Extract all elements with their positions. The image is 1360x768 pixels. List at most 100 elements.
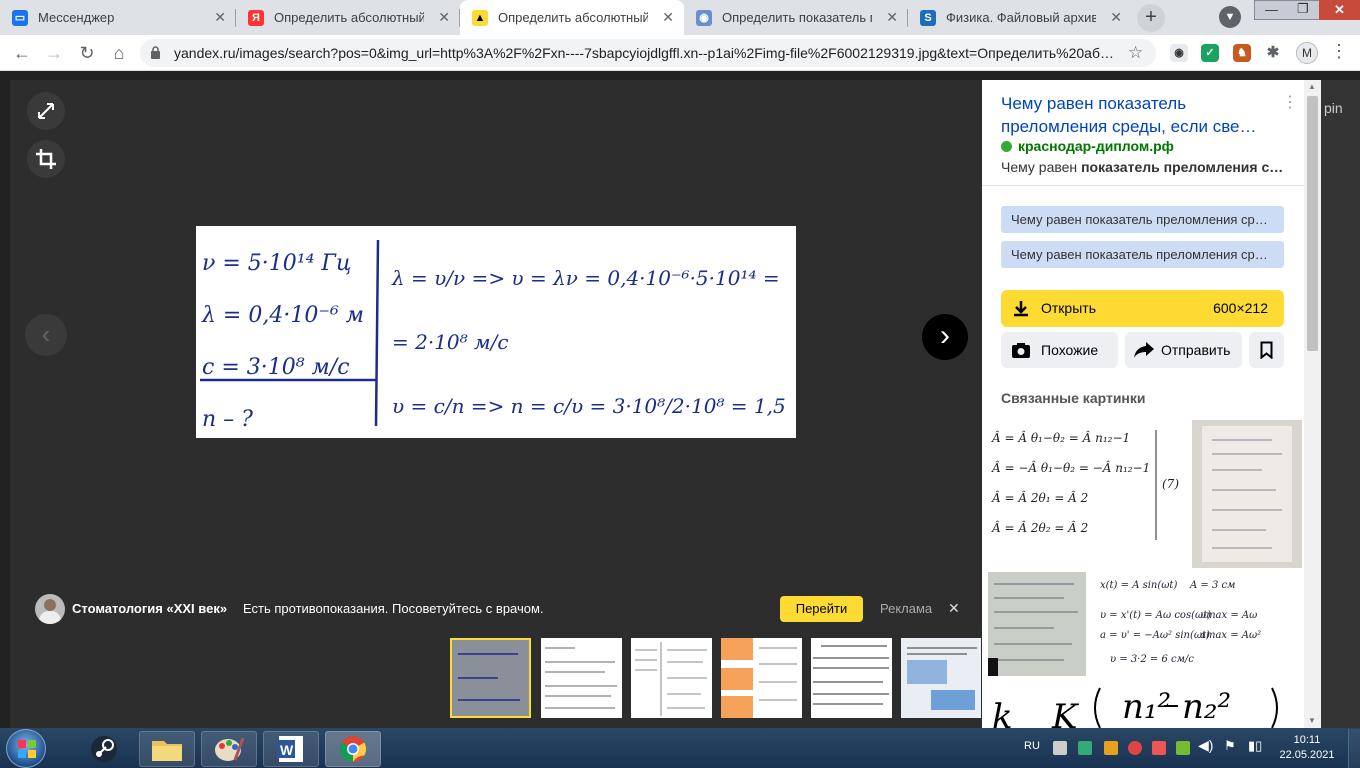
crop-icon[interactable]	[27, 140, 65, 178]
svg-text:Â = Â 2θ₁ = Â 2: Â = Â 2θ₁ = Â 2	[991, 490, 1088, 505]
ad-label[interactable]: Реклама	[880, 601, 932, 616]
minimize-icon[interactable]: —	[1265, 2, 1278, 24]
new-tab-button[interactable]: +	[1137, 4, 1165, 32]
scroll-down-icon[interactable]: ▼	[1308, 716, 1316, 725]
tab-label: Определить абсолютный пок	[274, 10, 424, 25]
explorer-taskbar-icon[interactable]	[139, 731, 195, 767]
owl-icon: ◉	[696, 9, 712, 26]
similar-button[interactable]: Похожие	[1001, 332, 1118, 368]
thumbnail[interactable]	[541, 638, 622, 718]
scrollbar-thumb[interactable]	[1307, 96, 1318, 351]
lock-icon[interactable]	[150, 46, 161, 59]
bookmark-star-icon[interactable]: ☆	[1128, 43, 1143, 63]
download-icon	[1014, 301, 1028, 317]
close-icon[interactable]: ✕	[214, 9, 226, 26]
shield-extension-icon[interactable]: ✓	[1201, 44, 1219, 62]
bookmark-icon	[1260, 341, 1273, 359]
clock-time: 10:11	[1293, 734, 1321, 746]
source-title-link[interactable]: Чему равен показатель преломления среды,…	[1001, 92, 1271, 138]
source-snippet: Чему равен показатель преломления с…	[1001, 159, 1283, 175]
more-options-icon[interactable]: ⋮	[1282, 92, 1298, 112]
hw-given-frequency: ν = 5·10¹⁴ Гц	[202, 251, 352, 276]
divider	[982, 185, 1304, 186]
network-icon[interactable]: ▮▯	[1248, 738, 1262, 754]
start-button[interactable]	[6, 729, 46, 768]
tray-warning-icon[interactable]	[1104, 741, 1118, 755]
tab-messenger[interactable]: ▭ Мессенджер ✕	[0, 0, 236, 35]
bookmark-button[interactable]	[1249, 332, 1284, 368]
back-icon[interactable]: ←	[9, 40, 35, 66]
close-icon[interactable]: ✕	[886, 9, 898, 26]
related-image[interactable]: x(t) = A sin(ωt) A = 3 см υ = x'(t) = Aω c…	[1090, 572, 1286, 676]
source-site-link[interactable]: краснодар-диплом.рф	[1001, 138, 1174, 154]
tab-yandex-images[interactable]: ▲ Определить абсолютный пок ✕	[460, 0, 684, 35]
next-image-button[interactable]: ›	[922, 314, 968, 360]
steam-taskbar-icon[interactable]	[76, 731, 132, 767]
suggestion-button[interactable]: Чему равен показатель преломления ср…	[1001, 206, 1284, 233]
language-indicator[interactable]: RU	[1024, 740, 1040, 752]
svg-text:k: k	[992, 697, 1013, 728]
svg-text:a = υ' = −Aω² sin(ωt): a = υ' = −Aω² sin(ωt)	[1100, 630, 1210, 641]
home-icon[interactable]: ⌂	[106, 40, 132, 66]
close-icon[interactable]: ✕	[438, 9, 450, 26]
paint-taskbar-icon[interactable]	[201, 731, 257, 767]
scroll-up-icon[interactable]: ▲	[1308, 82, 1316, 91]
tab-owl[interactable]: ◉ Определить показатель прел ✕	[684, 0, 908, 35]
reload-icon[interactable]: ↻	[74, 40, 100, 66]
menu-icon[interactable]: ⋮	[1330, 41, 1348, 62]
open-image-button[interactable]: Открыть 600×212	[1001, 290, 1284, 327]
tray-nvidia-icon[interactable]	[1176, 741, 1190, 755]
main-image[interactable]: ν = 5·10¹⁴ Гц λ = 0,4·10⁻⁶ м c = 3·10⁸ м…	[196, 226, 796, 438]
thumbnail[interactable]	[901, 638, 981, 718]
close-icon[interactable]: ✕	[1110, 9, 1122, 26]
svg-text:Â = Â θ₁−θ₂ = Â n₁₂−1: Â = Â θ₁−θ₂ = Â n₁₂−1	[991, 430, 1130, 445]
chrome-taskbar-icon[interactable]	[325, 731, 381, 767]
show-desktop-button[interactable]	[1348, 729, 1360, 768]
tab-search-icon[interactable]: ▼	[1219, 6, 1241, 28]
close-ad-icon[interactable]: ✕	[948, 600, 960, 617]
puzzle-extensions-icon[interactable]: ✱	[1264, 44, 1282, 62]
tray-app-icon[interactable]	[1053, 741, 1067, 755]
tray-opera-icon[interactable]	[1128, 741, 1142, 755]
tab-bar: ▭ Мессенджер ✕ Я Определить абсолютный п…	[0, 0, 1360, 35]
svg-text:(7): (7)	[1162, 477, 1179, 491]
windows-logo-icon	[18, 740, 36, 758]
site-name: краснодар-диплом.рф	[1018, 138, 1174, 154]
address-bar[interactable]: yandex.ru/images/search?pos=0&img_url=ht…	[140, 39, 1156, 67]
svg-text:υmax = Aω: υmax = Aω	[1200, 610, 1257, 621]
svg-text:amax = Aω²: amax = Aω²	[1200, 630, 1261, 641]
cat-extension-icon[interactable]: ♞	[1233, 44, 1251, 62]
tray-shield-icon[interactable]	[1078, 741, 1092, 755]
related-image[interactable]: Â = Â θ₁−θ₂ = Â n₁₂−1 Â = −Â θ₁−θ₂ = −Â n…	[982, 420, 1186, 568]
close-window-icon[interactable]: ✕	[1319, 0, 1360, 20]
related-image[interactable]: k Kn₁² n₂²	[982, 680, 1286, 728]
related-image[interactable]	[988, 572, 1086, 676]
fullscreen-icon[interactable]	[27, 92, 65, 130]
ad-name[interactable]: Стоматология «XXI век»	[72, 601, 227, 616]
ad-avatar	[35, 594, 65, 624]
thumbnail[interactable]	[450, 638, 531, 718]
related-image[interactable]	[1192, 420, 1302, 568]
ad-go-button[interactable]: Перейти	[780, 596, 863, 622]
thumbnail[interactable]	[811, 638, 892, 718]
thumbnail[interactable]	[631, 638, 712, 718]
share-button[interactable]: Отправить	[1125, 332, 1242, 368]
tab-physics-archive[interactable]: S Физика. Файловый архив СШ ✕	[908, 0, 1132, 35]
svg-text:A = 3 см: A = 3 см	[1189, 580, 1235, 591]
thumbnail[interactable]	[721, 638, 802, 718]
suggestion-button[interactable]: Чему равен показатель преломления ср…	[1001, 241, 1284, 268]
tab-yandex-1[interactable]: Я Определить абсолютный пок ✕	[236, 0, 460, 35]
maximize-icon[interactable]: ❐	[1297, 1, 1309, 23]
volume-icon[interactable]: ◀)	[1198, 737, 1213, 754]
close-icon[interactable]: ✕	[662, 9, 674, 26]
tray-tool-icon[interactable]	[1152, 741, 1166, 755]
profile-avatar[interactable]: M	[1296, 42, 1318, 64]
taskbar-clock[interactable]: 10:11 22.05.2021	[1276, 733, 1338, 763]
flag-icon[interactable]: ⚑	[1224, 738, 1236, 754]
forward-icon[interactable]: →	[41, 40, 67, 66]
hw-speed-result: = 2·10⁸ м/с	[392, 330, 509, 354]
prev-image-button[interactable]: ‹	[25, 314, 67, 356]
word-taskbar-icon[interactable]: W	[263, 731, 319, 767]
image-info-panel: Чему равен показатель преломления среды,…	[982, 80, 1304, 728]
owl-extension-icon[interactable]: ◉	[1170, 44, 1188, 62]
